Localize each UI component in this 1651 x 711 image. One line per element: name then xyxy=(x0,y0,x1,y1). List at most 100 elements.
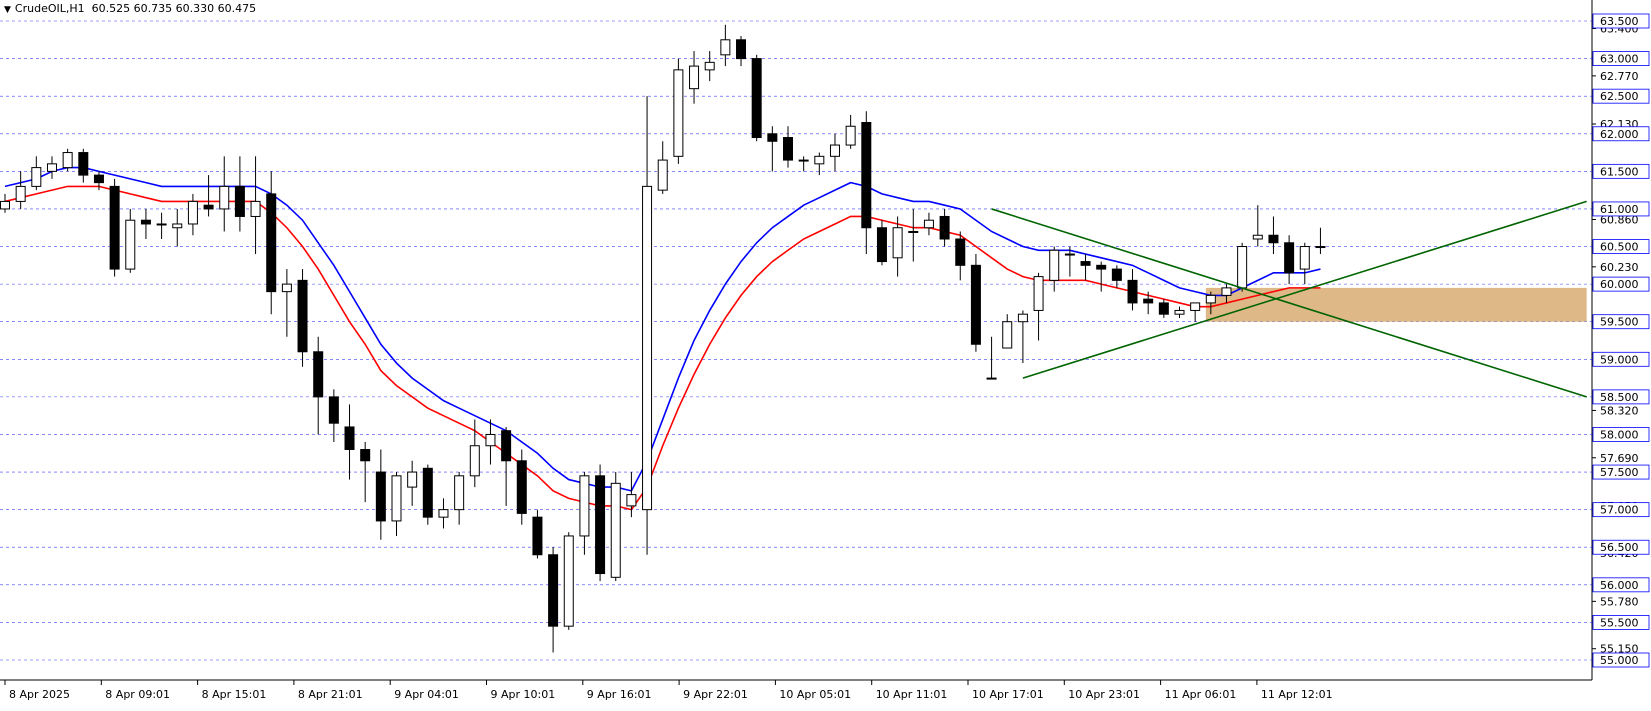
candle[interactable] xyxy=(454,472,465,525)
candle[interactable] xyxy=(172,208,183,247)
candle-body-bull xyxy=(485,433,496,447)
candle[interactable] xyxy=(1315,227,1326,255)
candle[interactable] xyxy=(970,254,981,352)
candle[interactable] xyxy=(563,532,574,630)
candle[interactable] xyxy=(46,156,57,179)
candle[interactable] xyxy=(642,96,653,555)
candle[interactable] xyxy=(1284,235,1295,285)
candle[interactable] xyxy=(829,133,840,172)
candle[interactable] xyxy=(313,336,324,435)
price-level-label: 62.500 xyxy=(1600,90,1639,103)
candle[interactable] xyxy=(156,212,167,240)
candle[interactable] xyxy=(610,472,621,582)
candle[interactable] xyxy=(1127,269,1138,311)
candle[interactable] xyxy=(125,208,136,273)
candle[interactable] xyxy=(1080,254,1091,281)
candle[interactable] xyxy=(344,404,355,480)
candle[interactable] xyxy=(62,148,73,172)
candle[interactable] xyxy=(673,58,684,164)
candle[interactable] xyxy=(1111,265,1122,288)
candle[interactable] xyxy=(1174,306,1185,318)
candle[interactable] xyxy=(31,156,42,191)
candle[interactable] xyxy=(720,24,731,67)
candle[interactable] xyxy=(861,111,872,255)
candle[interactable] xyxy=(1190,302,1201,322)
candle-body-bull xyxy=(1221,287,1232,296)
candle[interactable] xyxy=(250,156,261,255)
candle[interactable] xyxy=(736,36,747,67)
candle[interactable] xyxy=(548,547,559,653)
candle[interactable] xyxy=(579,472,590,555)
candle-body-bear xyxy=(344,426,355,451)
candle-body-bear xyxy=(328,396,339,424)
price-level-label: 58.500 xyxy=(1600,391,1639,404)
candle[interactable] xyxy=(939,208,950,247)
candle[interactable] xyxy=(814,152,825,176)
candle[interactable] xyxy=(626,472,637,518)
candle[interactable] xyxy=(187,193,198,236)
candle[interactable] xyxy=(783,126,793,168)
candle[interactable] xyxy=(140,208,151,240)
candle[interactable] xyxy=(407,460,418,506)
candle[interactable] xyxy=(876,220,887,266)
candle[interactable] xyxy=(203,175,214,217)
candle[interactable] xyxy=(1299,242,1310,285)
candle[interactable] xyxy=(1002,314,1013,349)
candle-body-bear xyxy=(876,227,887,263)
supply-demand-zone[interactable] xyxy=(1205,287,1587,322)
candle-body-bull xyxy=(250,200,261,217)
candle-body-bull xyxy=(814,155,825,165)
candle[interactable] xyxy=(1158,299,1169,318)
candle[interactable] xyxy=(328,389,339,442)
candle[interactable] xyxy=(845,114,856,149)
candle[interactable] xyxy=(78,148,89,183)
candle[interactable] xyxy=(923,212,934,236)
candle[interactable] xyxy=(657,141,668,194)
candle-body-bear xyxy=(1143,298,1154,304)
price-level-label: 55.500 xyxy=(1600,616,1639,629)
candle[interactable] xyxy=(532,509,543,559)
candle[interactable] xyxy=(438,498,449,529)
candle-body-bull xyxy=(610,482,621,578)
candle[interactable] xyxy=(1237,242,1248,292)
candle[interactable] xyxy=(1017,310,1028,364)
candle[interactable] xyxy=(908,208,919,262)
candle[interactable] xyxy=(15,171,26,209)
dropdown-triangle-icon[interactable]: ▼ xyxy=(4,5,11,15)
price-level-label: 59.000 xyxy=(1600,353,1639,366)
candle[interactable] xyxy=(485,419,496,465)
candle[interactable] xyxy=(219,156,230,232)
candle[interactable] xyxy=(501,426,512,506)
candle[interactable] xyxy=(234,156,245,232)
chart-area[interactable]: ▼ CrudeOIL,H1 60.525 60.735 60.330 60.475… xyxy=(0,0,1651,707)
candle[interactable] xyxy=(1268,216,1279,255)
candle[interactable] xyxy=(751,54,762,142)
symbol-label: CrudeOIL,H1 xyxy=(14,2,85,15)
candle-body-bear xyxy=(736,39,747,60)
time-axis-label: 8 Apr 15:01 xyxy=(202,688,267,701)
candle[interactable] xyxy=(109,178,120,277)
candle[interactable] xyxy=(595,464,606,582)
candlestick-chart[interactable]: 63.40062.77062.13060.86060.23059.50058.3… xyxy=(0,0,1651,707)
candle[interactable] xyxy=(1033,272,1044,341)
candle[interactable] xyxy=(1096,261,1107,292)
candle[interactable] xyxy=(375,449,386,540)
candle[interactable] xyxy=(704,51,715,82)
candle[interactable] xyxy=(689,51,700,104)
candle[interactable] xyxy=(516,449,527,525)
candle[interactable] xyxy=(767,126,778,172)
price-scale-label: 55.780 xyxy=(1600,595,1639,608)
candle[interactable] xyxy=(297,269,308,367)
candle-body-bull xyxy=(798,159,809,162)
candle[interactable] xyxy=(281,269,292,337)
candle[interactable] xyxy=(0,193,10,213)
time-axis-label: 8 Apr 21:01 xyxy=(298,688,363,701)
candle[interactable] xyxy=(798,156,809,172)
candle[interactable] xyxy=(422,464,433,525)
candle[interactable] xyxy=(1049,246,1060,292)
candle[interactable] xyxy=(1252,205,1263,247)
price-scale-label: 60.230 xyxy=(1600,261,1639,274)
candle[interactable] xyxy=(986,336,997,380)
candle[interactable] xyxy=(955,231,966,281)
candle[interactable] xyxy=(391,472,402,536)
